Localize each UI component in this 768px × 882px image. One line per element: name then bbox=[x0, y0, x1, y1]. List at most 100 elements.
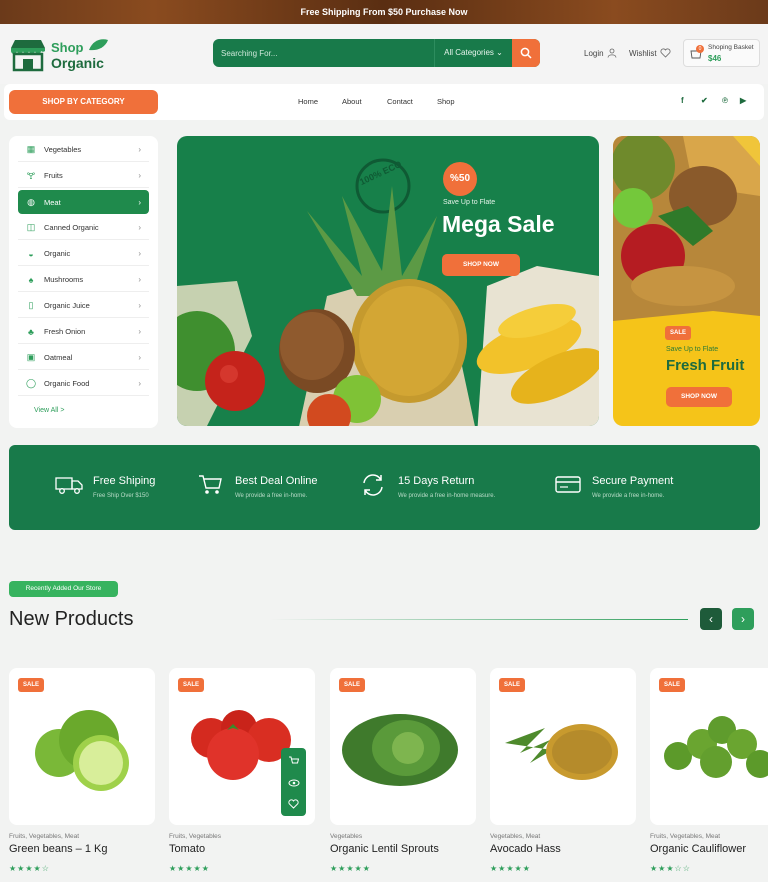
product-card[interactable]: SALE bbox=[9, 668, 155, 825]
side-banner-eyebrow: Save Up to Flate bbox=[666, 346, 719, 353]
sidebar-item-label: Oatmeal bbox=[44, 353, 73, 362]
feature-title: 15 Days Return bbox=[398, 475, 475, 487]
product-image-pineapple bbox=[505, 724, 618, 780]
add-to-cart-icon[interactable] bbox=[287, 754, 300, 767]
chevron-right-icon: › bbox=[741, 612, 745, 626]
food-icon: ◯ bbox=[25, 378, 37, 388]
organic-icon: ◒ bbox=[28, 248, 34, 259]
product-name[interactable]: Avocado Hass bbox=[490, 843, 561, 855]
hero-shop-now-button[interactable]: SHOP NOW bbox=[442, 254, 520, 276]
product-category: Vegetables, Meat bbox=[490, 833, 541, 840]
return-icon bbox=[363, 474, 383, 496]
product-name[interactable]: Organic Lentil Sprouts bbox=[330, 843, 439, 855]
product-image-cabbage bbox=[342, 714, 458, 786]
search-button[interactable] bbox=[512, 39, 540, 67]
youtube-icon[interactable]: ▶ bbox=[740, 96, 746, 105]
logo-text-organic: Organic bbox=[51, 55, 104, 71]
product-category: Fruits, Vegetables, Meat bbox=[9, 833, 80, 840]
section-tag: Recently Added Our Store bbox=[9, 581, 118, 597]
view-all-link[interactable]: View All > bbox=[34, 407, 64, 414]
card-icon bbox=[555, 476, 581, 493]
fruit-basket-illustration bbox=[613, 136, 760, 321]
sidebar-item-fruits[interactable]: 🝖 Fruits › bbox=[18, 164, 149, 188]
product-card[interactable]: SALE bbox=[650, 668, 768, 825]
sidebar-item-label: Vegetables bbox=[44, 145, 82, 154]
product-name[interactable]: Green beans – 1 Kg bbox=[9, 843, 107, 855]
nav-shop[interactable]: Shop bbox=[437, 97, 455, 106]
feature-title: Free Shiping bbox=[93, 475, 156, 487]
nav-contact[interactable]: Contact bbox=[387, 97, 413, 106]
site-logo[interactable]: Shop Organic bbox=[9, 38, 119, 74]
sidebar-item-label: Canned Organic bbox=[44, 223, 99, 232]
carousel-prev-button[interactable]: ‹ bbox=[700, 608, 722, 630]
sidebar-item-organic-food[interactable]: ◯ Organic Food › bbox=[18, 372, 149, 396]
category-select[interactable]: All Categories ⌄ bbox=[434, 39, 512, 67]
sidebar-item-mushrooms[interactable]: ♠ Mushrooms › bbox=[18, 268, 149, 292]
shopping-basket[interactable]: 0 Shoping Basket $46 bbox=[683, 39, 760, 67]
side-banner-shop-now-button[interactable]: SHOP NOW bbox=[666, 387, 732, 407]
feature-title: Best Deal Online bbox=[235, 475, 318, 487]
wishlist-heart-icon[interactable] bbox=[287, 797, 300, 810]
juice-icon: ▯ bbox=[28, 300, 34, 310]
sidebar-item-label: Mushrooms bbox=[44, 275, 84, 284]
side-banner-title: Fresh Fruit bbox=[666, 357, 745, 374]
quick-view-icon[interactable] bbox=[287, 776, 300, 789]
chevron-right-icon: › bbox=[138, 327, 141, 336]
sidebar-item-label: Meat bbox=[44, 197, 61, 207]
cart-icon bbox=[199, 475, 222, 494]
search-input[interactable] bbox=[221, 44, 421, 62]
fruits-icon: 🝖 bbox=[26, 170, 36, 181]
truck-icon bbox=[55, 477, 83, 494]
shop-by-category-button[interactable]: SHOP BY CATEGORY bbox=[9, 90, 158, 114]
chevron-right-icon: › bbox=[138, 275, 141, 284]
sidebar-item-label: Organic Juice bbox=[44, 301, 90, 310]
nav-home[interactable]: Home bbox=[298, 97, 318, 106]
category-select-label: All Categories bbox=[444, 48, 494, 57]
feature-title: Secure Payment bbox=[592, 475, 674, 487]
product-category: Fruits, Vegetables, Meat bbox=[650, 833, 721, 840]
onion-icon: ♣ bbox=[28, 326, 34, 337]
sidebar-item-organic[interactable]: ◒ Organic › bbox=[18, 242, 149, 266]
nav-about[interactable]: About bbox=[342, 97, 362, 106]
chevron-down-icon: ⌄ bbox=[496, 48, 503, 57]
chevron-right-icon: › bbox=[138, 223, 141, 232]
sidebar-item-organic-juice[interactable]: ▯ Organic Juice › bbox=[18, 294, 149, 318]
login-label: Login bbox=[584, 48, 604, 58]
top-announcement-bar: Free Shipping From $50 Purchase Now bbox=[0, 0, 768, 24]
chevron-left-icon: ‹ bbox=[709, 612, 713, 626]
sidebar-item-meat[interactable]: ◍ Meat › bbox=[18, 190, 149, 214]
twitter-icon[interactable]: ✔ bbox=[701, 96, 708, 105]
storefront-icon bbox=[11, 40, 45, 72]
product-name[interactable]: Tomato bbox=[169, 843, 205, 855]
sidebar-item-label: Organic Food bbox=[44, 379, 90, 388]
sidebar-item-vegetables[interactable]: ▦ Vegetables › bbox=[18, 138, 149, 162]
heart-icon bbox=[660, 48, 671, 58]
facebook-icon[interactable]: f bbox=[681, 96, 684, 105]
logo-text-shop: Shop bbox=[51, 40, 84, 55]
search-icon bbox=[520, 47, 532, 59]
product-card[interactable]: SALE bbox=[490, 668, 636, 825]
chevron-right-icon: › bbox=[138, 301, 141, 310]
login-link[interactable]: Login bbox=[584, 48, 617, 58]
wishlist-link[interactable]: Wishlist bbox=[629, 48, 671, 58]
section-title: New Products bbox=[9, 608, 134, 630]
discount-badge: %50 bbox=[443, 162, 477, 196]
sidebar-item-oatmeal[interactable]: ▣ Oatmeal › bbox=[18, 346, 149, 370]
pinterest-icon[interactable]: ℗ bbox=[722, 96, 728, 105]
side-banner-sale-badge: SALE bbox=[665, 326, 692, 340]
product-rating: ★★★★★ bbox=[330, 864, 371, 873]
product-rating: ★★★★☆ bbox=[9, 864, 50, 873]
product-name[interactable]: Organic Cauliflower bbox=[650, 843, 746, 855]
sidebar-item-canned-organic[interactable]: ◫ Canned Organic › bbox=[18, 216, 149, 240]
sidebar-item-label: Fresh Onion bbox=[44, 327, 86, 336]
sidebar-item-fresh-onion[interactable]: ♣ Fresh Onion › bbox=[18, 320, 149, 344]
search-bar: All Categories ⌄ bbox=[213, 39, 540, 67]
leaf-icon bbox=[89, 39, 108, 51]
product-card[interactable]: SALE bbox=[330, 668, 476, 825]
canned-icon: ◫ bbox=[26, 222, 36, 232]
user-icon bbox=[607, 48, 616, 58]
hero-eyebrow: Save Up to Flate bbox=[443, 199, 496, 206]
carousel-next-button[interactable]: › bbox=[732, 608, 754, 630]
features-strip: Free Shiping Free Ship Over $150 Best De… bbox=[9, 445, 760, 530]
section-divider bbox=[270, 619, 688, 620]
